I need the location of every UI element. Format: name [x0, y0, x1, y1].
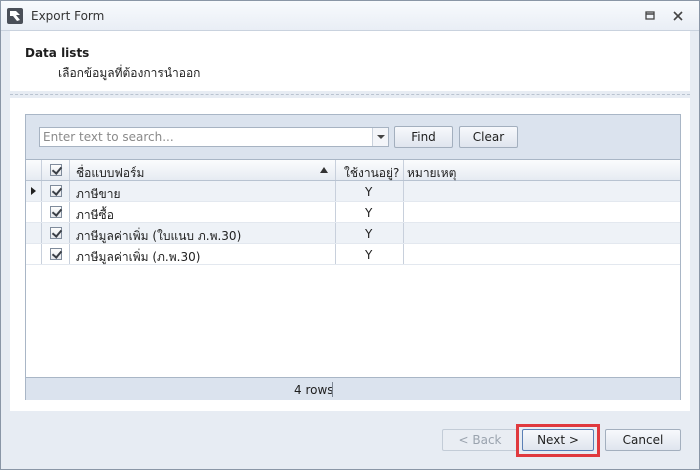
row-indicator-header: [26, 160, 42, 180]
name-cell: ภาษีมูลค่าเพิ่ม (ภ.พ.30): [70, 244, 336, 264]
cancel-button[interactable]: Cancel: [605, 429, 681, 451]
row-checkbox[interactable]: [50, 227, 62, 239]
row-indicator: [26, 181, 42, 201]
active-cell: Y: [336, 223, 404, 243]
row-indicator: [26, 202, 42, 222]
table-row[interactable]: ภาษีขาย Y: [26, 181, 680, 202]
select-all-checkbox[interactable]: [50, 164, 62, 176]
note-cell: [404, 181, 680, 201]
restore-icon[interactable]: [643, 9, 657, 23]
window-title: Export Form: [31, 9, 105, 23]
active-value: Y: [365, 248, 373, 262]
chevron-down-icon: [377, 135, 385, 139]
data-grid: ชื่อแบบฟอร์ม ใช้งานอยู่? หมายเหตุ ภาษีขา…: [26, 159, 680, 400]
active-cell: Y: [336, 181, 404, 201]
export-form-window: Export Form Data lists เลือกข้อมูลที่ต้อ…: [0, 0, 700, 470]
table-row[interactable]: ภาษีมูลค่าเพิ่ม (ใบแนบ ภ.พ.30) Y: [26, 223, 680, 244]
checkbox-cell: [42, 223, 70, 243]
close-icon[interactable]: [671, 9, 685, 23]
search-input[interactable]: [40, 128, 372, 146]
page-title: Data lists: [25, 46, 90, 60]
table-row[interactable]: ภาษีมูลค่าเพิ่ม (ภ.พ.30) Y: [26, 244, 680, 265]
column-header-note[interactable]: หมายเหตุ: [404, 160, 680, 180]
form-name: ภาษีมูลค่าเพิ่ม (ภ.พ.30): [76, 250, 201, 264]
row-checkbox[interactable]: [50, 185, 62, 197]
column-header-active[interactable]: ใช้งานอยู่?: [336, 160, 404, 180]
search-combobox[interactable]: [39, 127, 389, 147]
note-cell: [404, 223, 680, 243]
header-panel: Data lists เลือกข้อมูลที่ต้องการนำออก: [10, 31, 690, 91]
checkbox-cell: [42, 202, 70, 222]
column-header-name[interactable]: ชื่อแบบฟอร์ม: [70, 160, 336, 180]
active-value: Y: [365, 227, 373, 241]
row-count: 4 rows: [294, 383, 334, 397]
grid-footer: 4 rows: [26, 377, 680, 400]
note-cell: [404, 244, 680, 264]
active-cell: Y: [336, 244, 404, 264]
row-checkbox[interactable]: [50, 248, 62, 260]
name-cell: ภาษีขาย: [70, 181, 336, 201]
select-all-cell: [42, 160, 70, 180]
title-bar: Export Form: [1, 1, 699, 31]
active-value: Y: [365, 185, 373, 199]
find-button[interactable]: Find: [394, 126, 453, 148]
row-indicator: [26, 244, 42, 264]
checkbox-cell: [42, 181, 70, 201]
row-checkbox[interactable]: [50, 206, 62, 218]
top-divider: [10, 94, 690, 95]
footer-divider: [332, 382, 333, 397]
active-value: Y: [365, 206, 373, 220]
table-row[interactable]: ภาษีซื้อ Y: [26, 202, 680, 223]
app-icon: [7, 8, 23, 24]
note-cell: [404, 202, 680, 222]
search-dropdown-button[interactable]: [372, 128, 388, 146]
checkbox-cell: [42, 244, 70, 264]
active-cell: Y: [336, 202, 404, 222]
current-row-icon: [31, 187, 36, 195]
clear-button[interactable]: Clear: [459, 126, 518, 148]
next-button[interactable]: Next >: [522, 429, 594, 451]
back-button[interactable]: < Back: [442, 429, 518, 451]
page-subtitle: เลือกข้อมูลที่ต้องการนำออก: [58, 66, 201, 80]
grid-panel: Find Clear ชื่อแบบฟอร์ม ใช้งานอยู: [25, 114, 681, 400]
content-area: Find Clear ชื่อแบบฟอร์ม ใช้งานอยู: [10, 98, 690, 411]
row-indicator: [26, 223, 42, 243]
name-cell: ภาษีซื้อ: [70, 202, 336, 222]
grid-header: ชื่อแบบฟอร์ม ใช้งานอยู่? หมายเหตุ: [26, 160, 680, 181]
sort-ascending-icon: [320, 167, 328, 173]
wizard-button-bar: < Back Next > Cancel: [1, 415, 699, 469]
name-cell: ภาษีมูลค่าเพิ่ม (ใบแนบ ภ.พ.30): [70, 223, 336, 243]
